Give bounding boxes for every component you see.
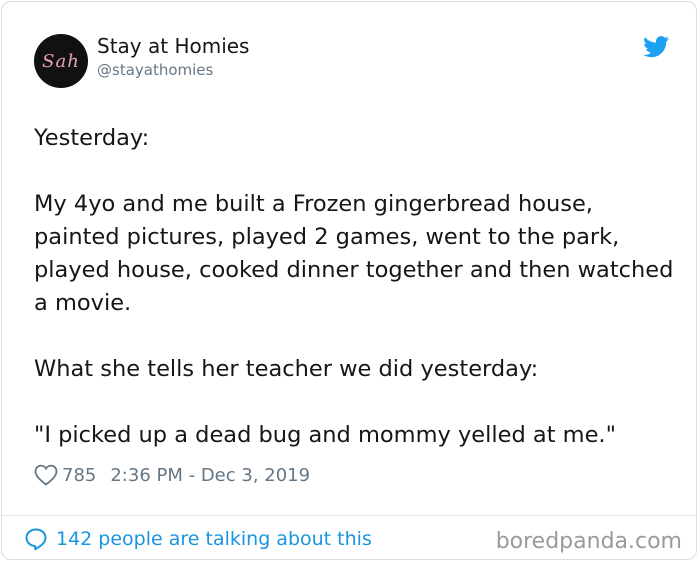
talking-text: 142 people are talking about this bbox=[56, 528, 372, 550]
talking-link[interactable]: 142 people are talking about this bbox=[24, 527, 372, 551]
author-display-name[interactable]: Stay at Homies bbox=[97, 34, 249, 58]
tweet-paragraph: Yesterday: bbox=[34, 125, 150, 151]
author-handle[interactable]: @stayathomies bbox=[97, 61, 213, 79]
twitter-bird-icon[interactable] bbox=[643, 36, 670, 58]
like-count[interactable]: 785 bbox=[62, 465, 96, 486]
footer-divider bbox=[2, 515, 696, 516]
tweet-card: Sah Stay at Homies @stayathomies Yesterd… bbox=[1, 1, 697, 560]
avatar[interactable]: Sah bbox=[34, 34, 88, 88]
avatar-logo-text: Sah bbox=[42, 50, 80, 72]
tweet-paragraph: What she tells her teacher we did yester… bbox=[34, 356, 539, 382]
tweet-meta: 785 2:36 PM - Dec 3, 2019 bbox=[34, 464, 310, 486]
tweet-timestamp[interactable]: 2:36 PM - Dec 3, 2019 bbox=[110, 465, 310, 486]
heart-icon[interactable] bbox=[34, 464, 58, 486]
tweet-paragraph: "I picked up a dead bug and mommy yelled… bbox=[34, 422, 616, 448]
tweet-text: Yesterday: My 4yo and me built a Frozen … bbox=[34, 122, 674, 452]
tweet-paragraph: My 4yo and me built a Frozen gingerbread… bbox=[34, 191, 674, 316]
watermark: boredpanda.com bbox=[495, 529, 682, 554]
comment-bubble-icon bbox=[25, 528, 47, 551]
